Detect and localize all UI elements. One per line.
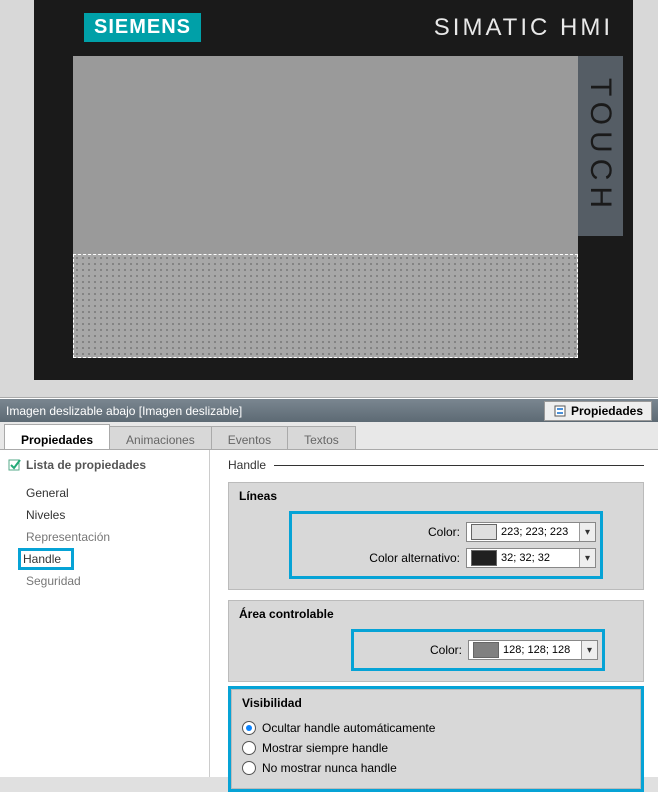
panel-lineas-title: Líneas: [239, 489, 633, 503]
slide-in-overlay[interactable]: [73, 254, 578, 358]
properties-main: Handle Líneas Color: 223; 223; 223 ▾ Col…: [210, 450, 658, 777]
radio-icon: [242, 721, 256, 735]
properties-sidebar-header: Lista de propiedades: [0, 454, 209, 476]
sidebar-item-niveles[interactable]: Niveles: [18, 504, 73, 526]
visibility-option-never[interactable]: No mostrar nunca handle: [242, 758, 630, 778]
properties-sidebar: Lista de propiedades General Niveles Rep…: [0, 450, 210, 777]
sidebar-header-label: Lista de propiedades: [26, 458, 146, 472]
touch-text: TOUCH: [584, 78, 618, 214]
area-color-input[interactable]: 128; 128; 128 ▾: [468, 640, 598, 660]
sidebar-item-representacion[interactable]: Representación: [18, 526, 118, 548]
panel-area: Área controlable Color: 128; 128; 128 ▾: [228, 600, 644, 682]
panel-area-title: Área controlable: [239, 607, 633, 621]
visibility-option-label: Mostrar siempre handle: [262, 741, 388, 755]
sidebar-item-handle[interactable]: Handle: [18, 548, 74, 570]
chevron-down-icon: ▾: [587, 645, 592, 656]
sidebar-item-general[interactable]: General: [18, 482, 77, 504]
main-tab-bar: Propiedades Animaciones Eventos Textos: [0, 422, 658, 450]
touch-stripe: TOUCH: [578, 56, 623, 236]
hmi-screen[interactable]: [73, 56, 578, 358]
panel-visibilidad-title: Visibilidad: [242, 696, 630, 710]
lineas-color-input[interactable]: 223; 223; 223 ▾: [466, 522, 596, 542]
hmi-preview: SIEMENS SIMATIC HMI TOUCH: [0, 0, 658, 398]
list-icon: [8, 458, 22, 472]
properties-body: Lista de propiedades General Niveles Rep…: [0, 450, 658, 777]
tab-propiedades[interactable]: Propiedades: [4, 424, 110, 449]
section-handle-title: Handle: [228, 458, 644, 472]
visibility-option-label: No mostrar nunca handle: [262, 761, 397, 775]
area-color-value: 128; 128; 128: [503, 644, 581, 656]
lineas-color-dropdown[interactable]: ▾: [579, 523, 595, 541]
lineas-color-value: 223; 223; 223: [501, 526, 579, 538]
properties-icon: [553, 404, 567, 418]
tab-textos[interactable]: Textos: [287, 426, 356, 449]
lineas-alt-value: 32; 32; 32: [501, 552, 579, 564]
sidebar-list: General Niveles Representación Handle Se…: [0, 476, 209, 592]
lineas-color-swatch: [471, 524, 497, 540]
sidebar-item-seguridad[interactable]: Seguridad: [18, 570, 89, 592]
area-color-dropdown[interactable]: ▾: [581, 641, 597, 659]
panel-lineas: Líneas Color: 223; 223; 223 ▾ Color alte…: [228, 482, 644, 590]
inspector-tab-label: Propiedades: [571, 404, 643, 418]
chevron-down-icon: ▾: [585, 553, 590, 564]
chevron-down-icon: ▾: [585, 527, 590, 538]
panel-visibilidad: Visibilidad Ocultar handle automáticamen…: [231, 689, 641, 789]
area-color-swatch: [473, 642, 499, 658]
context-title: Imagen deslizable abajo [Imagen deslizab…: [6, 404, 242, 418]
panel-visibilidad-highlight: Visibilidad Ocultar handle automáticamen…: [228, 686, 644, 792]
lineas-alt-input[interactable]: 32; 32; 32 ▾: [466, 548, 596, 568]
inspector-tab-properties[interactable]: Propiedades: [544, 401, 652, 421]
tab-eventos[interactable]: Eventos: [211, 426, 288, 449]
device-header: SIEMENS SIMATIC HMI: [34, 0, 633, 55]
visibility-option-always[interactable]: Mostrar siempre handle: [242, 738, 630, 758]
visibility-option-label: Ocultar handle automáticamente: [262, 721, 435, 735]
lineas-alt-dropdown[interactable]: ▾: [579, 549, 595, 567]
visibility-option-auto[interactable]: Ocultar handle automáticamente: [242, 718, 630, 738]
siemens-logo: SIEMENS: [84, 13, 201, 42]
lineas-color-label: Color:: [296, 525, 466, 539]
inspector-tabs: Propiedades: [544, 401, 652, 421]
radio-icon: [242, 741, 256, 755]
area-color-label: Color:: [358, 643, 468, 657]
lineas-alt-label: Color alternativo:: [296, 551, 466, 565]
radio-icon: [242, 761, 256, 775]
simatic-hmi-label: SIMATIC HMI: [434, 14, 613, 42]
lineas-alt-swatch: [471, 550, 497, 566]
context-bar: Imagen deslizable abajo [Imagen deslizab…: [0, 398, 658, 422]
tab-animaciones[interactable]: Animaciones: [109, 426, 212, 449]
